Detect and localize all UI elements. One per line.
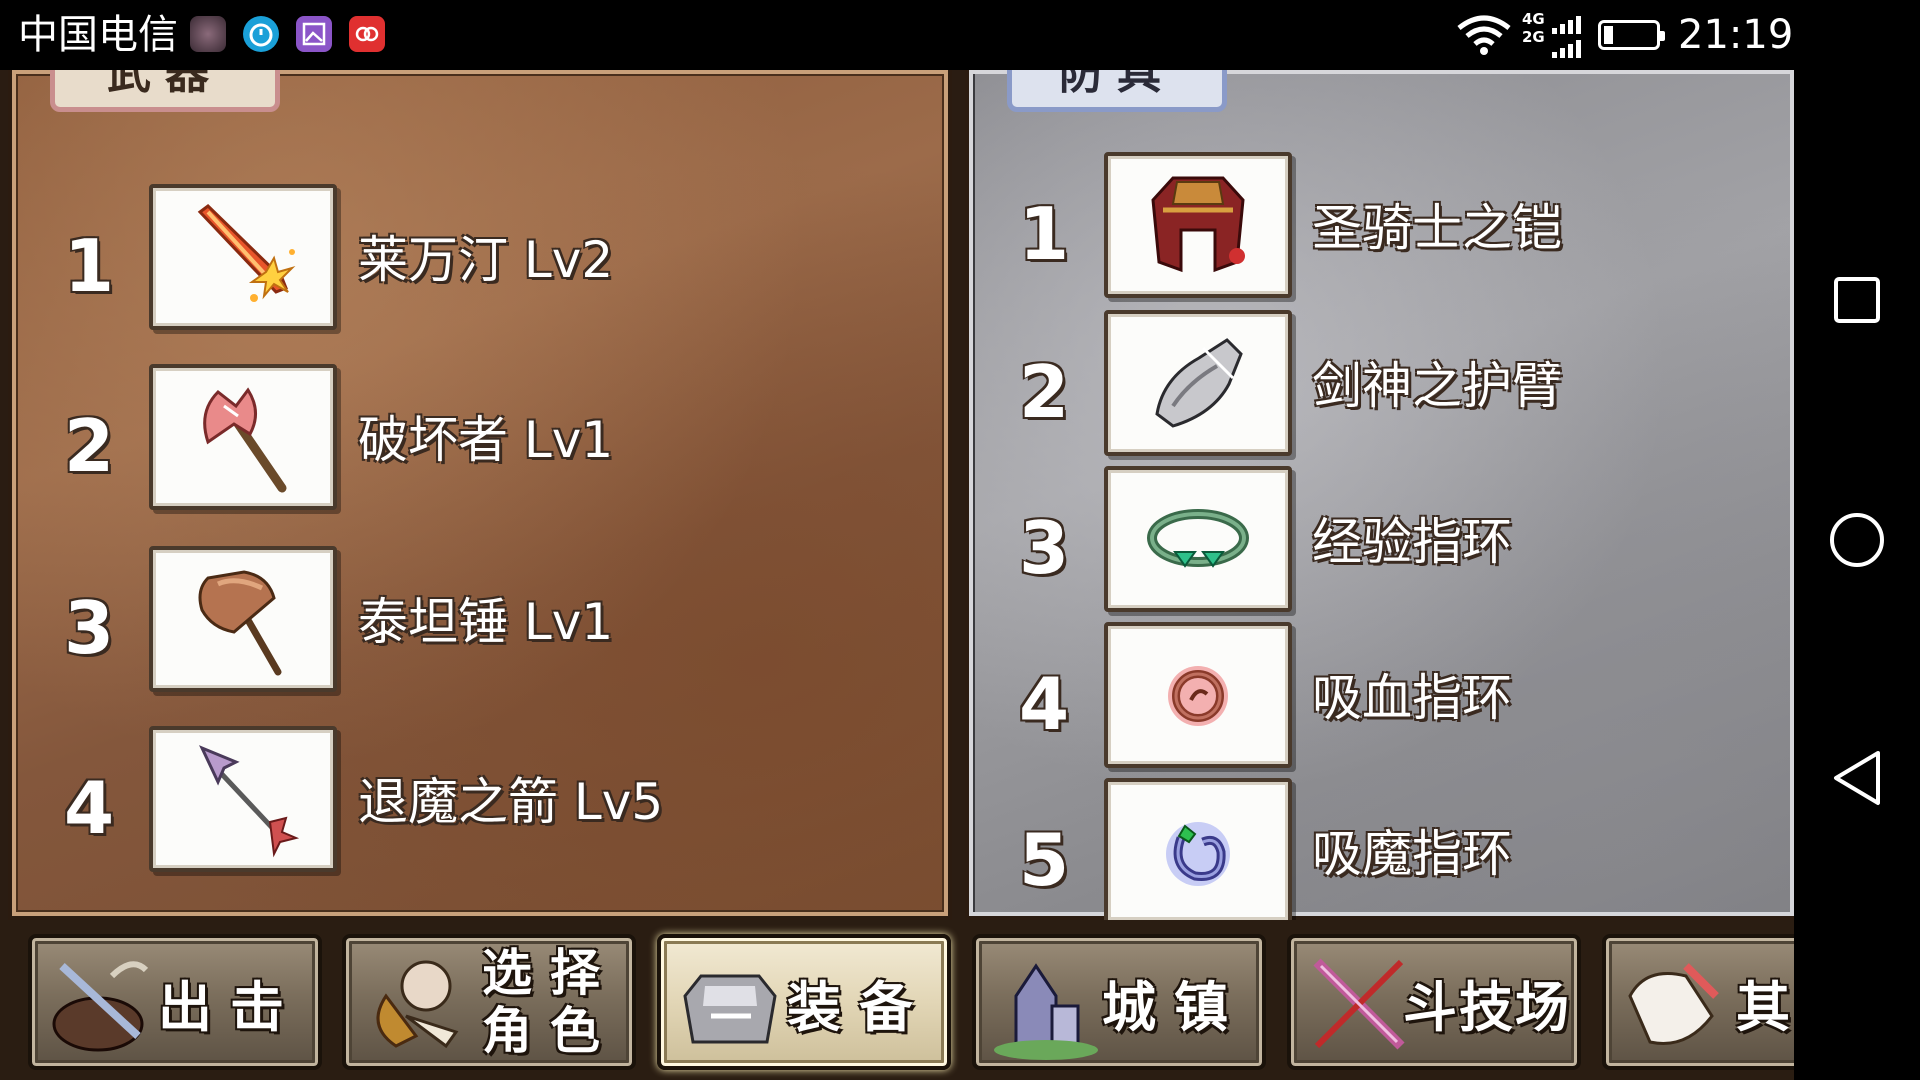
timer-app-icon bbox=[243, 16, 279, 52]
other-button[interactable]: 其 bbox=[1602, 934, 1794, 1070]
armor-name: 经验指环 bbox=[1312, 513, 1512, 571]
wifi-icon bbox=[1455, 14, 1513, 60]
gauntlet-icon[interactable] bbox=[1104, 310, 1292, 456]
sortie-button[interactable]: 出击 bbox=[28, 934, 322, 1070]
green-ring-icon[interactable] bbox=[1104, 466, 1292, 612]
weapon-name: 退魔之箭 Lv5 bbox=[358, 773, 664, 831]
armor-slot-2[interactable]: 2 剑神之护臂 bbox=[969, 310, 1769, 456]
weapon-name: 莱万汀 Lv2 bbox=[358, 231, 614, 289]
flame-sword-icon[interactable] bbox=[149, 184, 337, 330]
equipment-label: 装备 bbox=[787, 975, 931, 1039]
slot-number: 4 bbox=[1019, 662, 1070, 746]
armor-name: 圣骑士之铠 bbox=[1312, 199, 1562, 257]
weapon-slot-1[interactable]: 1 莱万汀 Lv2 bbox=[12, 184, 942, 330]
slot-number: 2 bbox=[1019, 350, 1070, 434]
armor-slot-3[interactable]: 3 经验指环 bbox=[969, 466, 1769, 612]
slot-number: 1 bbox=[1019, 192, 1070, 276]
slot-number: 4 bbox=[64, 766, 115, 850]
armor-tab[interactable]: 防具 bbox=[1007, 70, 1227, 112]
weapons-tab[interactable]: 武器 bbox=[50, 70, 280, 112]
weapon-slot-2[interactable]: 2 破坏者 Lv1 bbox=[12, 364, 942, 510]
armor-slot-4[interactable]: 4 吸血指环 bbox=[969, 622, 1769, 768]
weapons-panel: 武器 1 莱万汀 Lv2 2 破坏者 Lv1 3 泰坦锤 Lv1 4 退魔之箭 … bbox=[8, 70, 952, 920]
battle-axe-icon[interactable] bbox=[149, 364, 337, 510]
town-icon bbox=[986, 946, 1104, 1064]
arena-icon bbox=[1301, 946, 1419, 1064]
game-screen: 武器 1 莱万汀 Lv2 2 破坏者 Lv1 3 泰坦锤 Lv1 4 退魔之箭 … bbox=[0, 70, 1794, 1080]
paladin-armor-icon[interactable] bbox=[1104, 152, 1292, 298]
status-bar: 中国电信 4G 2G 21:19 bbox=[0, 0, 1794, 70]
game-app-icon bbox=[190, 16, 226, 52]
equipment-button[interactable]: 装备 bbox=[657, 934, 951, 1070]
network-bottom-label: 2G bbox=[1522, 28, 1545, 46]
gallery-app-icon bbox=[296, 16, 332, 52]
character-select-icon bbox=[356, 946, 474, 1064]
arena-button[interactable]: 斗技场 bbox=[1287, 934, 1581, 1070]
network-type-label: 4G 2G bbox=[1522, 10, 1545, 46]
weapon-name: 破坏者 Lv1 bbox=[358, 411, 614, 469]
select-character-label: 选择 角色 bbox=[482, 938, 618, 1066]
arrow-icon[interactable] bbox=[149, 726, 337, 872]
armor-name: 吸魔指环 bbox=[1312, 825, 1512, 883]
blue-ring-icon[interactable] bbox=[1104, 778, 1292, 924]
other-icon bbox=[1616, 946, 1734, 1064]
bottom-menu: 出击 选择 角色 装备 城镇 斗技场 其 bbox=[0, 920, 1794, 1080]
shop-app-icon bbox=[349, 16, 385, 52]
slot-number: 5 bbox=[1019, 818, 1070, 902]
weapon-slot-3[interactable]: 3 泰坦锤 Lv1 bbox=[12, 546, 942, 692]
weapon-name: 泰坦锤 Lv1 bbox=[358, 593, 614, 651]
town-button[interactable]: 城镇 bbox=[972, 934, 1266, 1070]
navigation-bar bbox=[1794, 0, 1920, 1080]
slot-number: 1 bbox=[64, 224, 115, 308]
select-character-line2: 角色 bbox=[482, 1002, 618, 1060]
carrier-label: 中国电信 bbox=[18, 12, 178, 58]
signal-bars-icon bbox=[1550, 14, 1584, 64]
slot-number: 2 bbox=[64, 404, 115, 488]
network-top-label: 4G bbox=[1522, 10, 1545, 28]
back-triangle-icon[interactable] bbox=[1827, 748, 1887, 808]
clock: 21:19 bbox=[1678, 12, 1794, 58]
other-label: 其 bbox=[1736, 975, 1794, 1039]
wooden-hammer-icon[interactable] bbox=[149, 546, 337, 692]
slot-number: 3 bbox=[1019, 506, 1070, 590]
armor-panel: 防具 1 圣骑士之铠 2 剑神之护臂 3 经验指环 4 吸血指环 5 吸魔指环 bbox=[965, 70, 1794, 924]
select-character-line1: 选择 bbox=[482, 944, 618, 1002]
slot-number: 3 bbox=[64, 586, 115, 670]
armor-slot-1[interactable]: 1 圣骑士之铠 bbox=[969, 152, 1769, 298]
recents-square-icon[interactable] bbox=[1827, 270, 1887, 330]
home-circle-icon[interactable] bbox=[1827, 510, 1887, 570]
red-ring-icon[interactable] bbox=[1104, 622, 1292, 768]
armor-name: 吸血指环 bbox=[1312, 669, 1512, 727]
weapon-slot-4[interactable]: 4 退魔之箭 Lv5 bbox=[12, 726, 942, 872]
equipment-icon bbox=[671, 946, 789, 1064]
sortie-label: 出击 bbox=[158, 975, 302, 1039]
arena-label: 斗技场 bbox=[1403, 975, 1571, 1039]
armor-name: 剑神之护臂 bbox=[1312, 357, 1562, 415]
town-label: 城镇 bbox=[1102, 975, 1246, 1039]
armor-slot-5[interactable]: 5 吸魔指环 bbox=[969, 778, 1769, 924]
battery-icon bbox=[1598, 20, 1665, 50]
sortie-icon bbox=[42, 946, 160, 1064]
select-character-button[interactable]: 选择 角色 bbox=[342, 934, 636, 1070]
